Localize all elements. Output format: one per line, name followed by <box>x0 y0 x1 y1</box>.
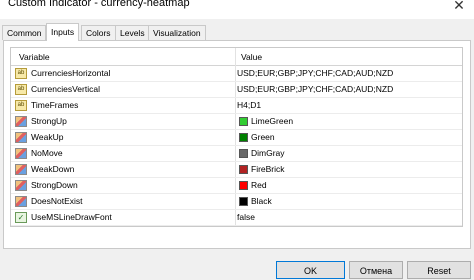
input-name: CurrenciesHorizontal <box>31 68 111 78</box>
tab-colors[interactable]: Colors <box>81 25 116 40</box>
color-icon <box>15 196 27 207</box>
input-name: WeakDown <box>31 164 75 174</box>
window-title: Custom Indicator - currency-heatmap <box>8 0 190 9</box>
color-icon <box>15 164 27 175</box>
input-value[interactable]: FireBrick <box>251 164 285 174</box>
tab-levels[interactable]: Levels <box>115 25 150 40</box>
input-row[interactable]: ✓ UseMSLineDrawFont false <box>11 211 462 226</box>
grid-header: Variable Value <box>11 48 462 66</box>
input-row[interactable]: ab CurrenciesHorizontal USD;EUR;GBP;JPY;CH… <box>11 67 462 82</box>
input-name: NoMove <box>31 148 63 158</box>
input-row[interactable]: StrongDown Red <box>11 179 462 194</box>
input-value[interactable]: false <box>237 212 255 222</box>
ab-text-icon: ab <box>15 84 27 95</box>
cancel-button[interactable]: Отмена <box>349 261 403 279</box>
input-name: DoesNotExist <box>31 196 83 206</box>
input-name: StrongDown <box>31 180 78 190</box>
input-row[interactable]: WeakDown FireBrick <box>11 163 462 178</box>
input-value[interactable]: LimeGreen <box>251 116 293 126</box>
color-swatch[interactable] <box>239 197 248 206</box>
input-row[interactable]: DoesNotExist Black <box>11 195 462 210</box>
input-row[interactable]: NoMove DimGray <box>11 147 462 162</box>
input-name: CurrenciesVertical <box>31 84 100 94</box>
tab-visualization[interactable]: Visualization <box>148 25 206 40</box>
color-icon <box>15 132 27 143</box>
color-swatch[interactable] <box>239 117 248 126</box>
input-row[interactable]: ab CurrenciesVertical USD;EUR;GBP;JPY;CHF;… <box>11 83 462 98</box>
input-name: UseMSLineDrawFont <box>31 212 112 222</box>
input-value[interactable]: Green <box>251 132 275 142</box>
bool-icon: ✓ <box>15 212 27 223</box>
input-name: StrongUp <box>31 116 67 126</box>
color-swatch[interactable] <box>239 133 248 142</box>
color-swatch[interactable] <box>239 181 248 190</box>
reset-button[interactable]: Reset <box>407 261 471 279</box>
ab-text-icon: ab <box>15 68 27 79</box>
value-column-header[interactable]: Value <box>241 52 262 62</box>
input-value[interactable]: H4;D1 <box>237 100 261 110</box>
close-icon[interactable]: ✕ <box>446 0 472 15</box>
input-value[interactable]: Black <box>251 196 272 206</box>
inputs-grid: Variable Value ab CurrenciesHorizontal USD… <box>10 47 463 227</box>
input-row[interactable]: ab TimeFrames H4;D1 <box>11 99 462 114</box>
tab-inputs[interactable]: Inputs <box>46 23 80 41</box>
color-icon <box>15 148 27 159</box>
variable-column-header[interactable]: Variable <box>19 52 50 62</box>
input-value[interactable]: Red <box>251 180 267 190</box>
input-name: TimeFrames <box>31 100 79 110</box>
ok-button[interactable]: OK <box>276 261 345 279</box>
input-row[interactable]: WeakUp Green <box>11 131 462 146</box>
input-name: WeakUp <box>31 132 64 142</box>
color-swatch[interactable] <box>239 149 248 158</box>
input-value[interactable]: USD;EUR;GBP;JPY;CHF;CAD;AUD;NZD <box>237 84 393 94</box>
input-row[interactable]: StrongUp LimeGreen <box>11 115 462 130</box>
title-bar: Custom Indicator - currency-heatmap ✕ <box>0 0 474 19</box>
color-icon <box>15 180 27 191</box>
input-value[interactable]: DimGray <box>251 148 285 158</box>
color-swatch[interactable] <box>239 165 248 174</box>
color-icon <box>15 116 27 127</box>
ab-text-icon: ab <box>15 100 27 111</box>
input-value[interactable]: USD;EUR;GBP;JPY;CHF;CAD;AUD;NZD <box>237 68 393 78</box>
tab-common[interactable]: Common <box>2 25 47 40</box>
